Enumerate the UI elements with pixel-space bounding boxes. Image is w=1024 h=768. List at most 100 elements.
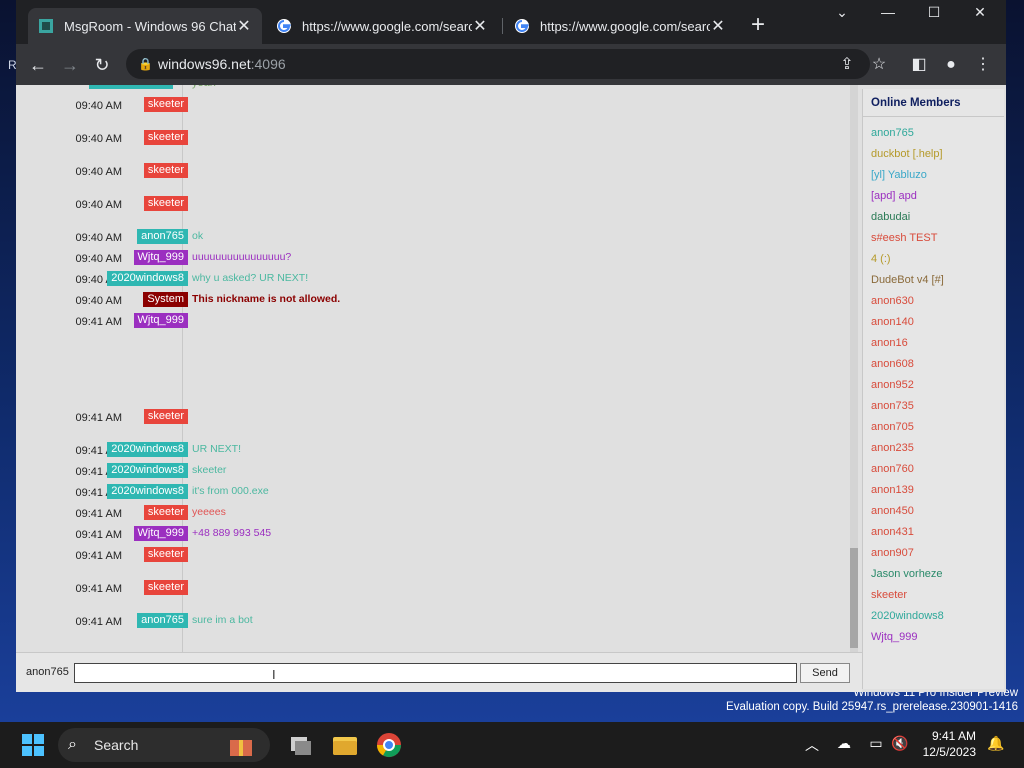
forward-arrow-icon[interactable]: →	[56, 52, 84, 78]
tab-google-search-2[interactable]: https://www.google.com/search ✕	[504, 8, 736, 44]
nickname-label[interactable]: anon765	[26, 666, 69, 678]
username-badge[interactable]: anon765	[137, 229, 188, 244]
member-item[interactable]: s#eesh TEST	[871, 228, 1004, 249]
member-item[interactable]: [yl] Yabluzo	[871, 165, 1004, 186]
member-item[interactable]: DudeBot v4 [#]	[871, 270, 1004, 291]
member-item[interactable]: 4 (:)	[871, 249, 1004, 270]
address-bar[interactable]: 🔒 windows96.net:4096	[126, 49, 870, 79]
chat-message-row: 09:40 AM skeeter	[16, 196, 858, 229]
member-item[interactable]: anon140	[871, 312, 1004, 333]
chat-scrollbar-thumb[interactable]	[850, 548, 858, 648]
bookmark-star-icon[interactable]: ☆	[866, 52, 892, 78]
member-item[interactable]: anon235	[871, 438, 1004, 459]
username-badge[interactable]: skeeter	[143, 196, 188, 211]
url-port: :4096	[250, 56, 286, 72]
message-text: +48 889 993 545	[192, 526, 272, 539]
username-badge[interactable]: 2020windows8	[107, 441, 188, 457]
username-badge[interactable]: anon765	[137, 612, 188, 628]
minimize-icon[interactable]: —	[868, 4, 908, 26]
member-item[interactable]: anon765	[871, 123, 1004, 144]
search-icon: ⌕	[68, 736, 77, 753]
username-badge[interactable]: skeeter	[143, 163, 188, 178]
chat-message-row: 09:41 AM 2020windows8 UR NEXT!	[16, 441, 858, 463]
username-badge[interactable]: skeeter	[143, 408, 188, 424]
message-text: it's from 000.exe	[192, 484, 269, 497]
chat-log[interactable]: yeah 09:40 AMskeeter09:40 AMskeeter09:40…	[16, 85, 858, 652]
taskbar-clock[interactable]: 9:41 AM 12/5/2023	[916, 728, 976, 760]
member-item[interactable]: anon139	[871, 480, 1004, 501]
username-badge[interactable]: skeeter	[143, 579, 188, 595]
member-item[interactable]: anon760	[871, 459, 1004, 480]
member-item[interactable]: anon630	[871, 291, 1004, 312]
close-tab-icon[interactable]: ✕	[710, 16, 726, 36]
message-timestamp: 09:40 AM	[75, 295, 122, 307]
member-item[interactable]: anon907	[871, 543, 1004, 564]
file-explorer-icon[interactable]	[328, 728, 362, 762]
new-tab-button[interactable]: +	[744, 13, 772, 38]
tab-msgroom[interactable]: MsgRoom - Windows 96 Chat ✕	[28, 8, 262, 44]
member-item[interactable]: skeeter	[871, 585, 1004, 606]
member-item[interactable]: anon952	[871, 375, 1004, 396]
message-timestamp: 09:40 AM	[75, 133, 122, 145]
username-badge[interactable]: Wjtq_999	[133, 250, 188, 265]
member-item[interactable]: [apd] apd	[871, 186, 1004, 207]
username-badge[interactable]: skeeter	[143, 97, 188, 112]
message-timestamp: 09:40 AM	[75, 199, 122, 211]
chrome-icon[interactable]	[372, 728, 406, 762]
taskbar: ⌕ Search ︿ ☁ ▭ 🔇 9:41 AM 12/5/2023 🔔	[0, 722, 1024, 768]
message-timestamp: 09:41 AM	[75, 507, 122, 520]
share-icon[interactable]: ⇪	[834, 52, 860, 78]
message-text: This nickname is not allowed.	[192, 293, 341, 305]
member-item[interactable]: Wjtq_999	[871, 627, 1004, 648]
gift-widget-icon[interactable]	[224, 728, 258, 762]
member-item[interactable]: anon450	[871, 501, 1004, 522]
kebab-menu-icon[interactable]: ⋮	[970, 52, 996, 78]
chat-message-row: 09:41 AM 2020windows8 skeeter	[16, 462, 858, 484]
username-badge[interactable]: Wjtq_999	[133, 525, 188, 541]
tab-search-chevron-icon[interactable]: ⌄	[822, 4, 862, 26]
send-button[interactable]: Send	[800, 663, 850, 683]
cloud-icon[interactable]: ☁	[834, 735, 854, 752]
maximize-icon[interactable]: ☐	[914, 4, 954, 26]
message-input[interactable]	[74, 663, 797, 683]
side-panel-icon[interactable]: ◧	[906, 52, 932, 78]
member-item[interactable]: duckbot [.help]	[871, 144, 1004, 165]
username-badge[interactable]: 2020windows8	[107, 462, 188, 478]
message-text: yeeees	[192, 505, 226, 518]
back-arrow-icon[interactable]: ←	[24, 52, 52, 78]
username-badge[interactable]: System	[143, 292, 188, 307]
notification-bell-icon[interactable]: 🔔	[986, 735, 1006, 752]
username-badge[interactable]: 2020windows8	[107, 483, 188, 499]
chat-message-row: 09:40 AM skeeter	[16, 163, 858, 196]
member-item[interactable]: anon735	[871, 396, 1004, 417]
username-badge[interactable]: Wjtq_999	[133, 313, 188, 328]
close-tab-icon[interactable]: ✕	[236, 16, 252, 36]
reload-icon[interactable]: ↻	[88, 52, 116, 78]
member-item[interactable]: anon431	[871, 522, 1004, 543]
task-view-icon[interactable]	[284, 728, 318, 762]
windows-start-icon[interactable]	[16, 728, 50, 762]
chevron-up-icon[interactable]: ︿	[802, 735, 822, 755]
network-icon[interactable]: ▭	[866, 735, 886, 752]
volume-mute-icon[interactable]: 🔇	[890, 735, 910, 752]
message-timestamp: 09:41 AM	[75, 528, 122, 541]
member-item[interactable]: anon16	[871, 333, 1004, 354]
online-members-panel: Online Members anon765 duckbot [.help] [yl…	[862, 89, 1004, 689]
username-badge[interactable]: skeeter	[143, 130, 188, 145]
member-item[interactable]: anon705	[871, 417, 1004, 438]
member-item[interactable]: 2020windows8	[871, 606, 1004, 627]
chat-message-row: 09:41 AM skeeter	[16, 546, 858, 580]
close-tab-icon[interactable]: ✕	[472, 16, 488, 36]
profile-avatar-icon[interactable]: ●	[938, 52, 964, 78]
username-badge[interactable]: skeeter	[143, 546, 188, 562]
member-item[interactable]: anon608	[871, 354, 1004, 375]
username-badge[interactable]: skeeter	[143, 504, 188, 520]
member-item[interactable]: dabudai	[871, 207, 1004, 228]
username-badge[interactable]: 2020windows8	[107, 271, 188, 286]
member-item[interactable]: Jason vorheze	[871, 564, 1004, 585]
tab-google-search-1[interactable]: https://www.google.com/search ✕	[266, 8, 498, 44]
browser-toolbar: ← → ↻ 🔒 windows96.net:4096 ⇪ ☆ ◧ ● ⋮	[16, 44, 1006, 85]
chat-scrollbar[interactable]	[850, 85, 858, 652]
close-window-icon[interactable]: ✕	[960, 4, 1000, 26]
text-cursor-icon: I	[272, 667, 276, 682]
